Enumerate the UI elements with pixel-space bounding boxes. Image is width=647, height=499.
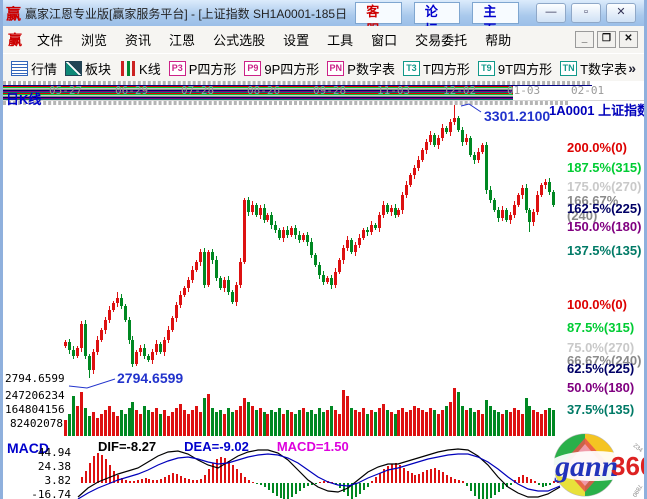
titlebar-button-forum[interactable]: 论坛: [414, 2, 461, 24]
gann360-logo: gann 360 234 7890: [547, 432, 647, 499]
menu-item-3[interactable]: 江恩: [160, 30, 204, 49]
kline-icon: [119, 61, 136, 76]
toolbar-item-行情[interactable]: 行情: [11, 59, 57, 78]
menu-item-8[interactable]: 交易委托: [406, 30, 476, 49]
grid-icon: [11, 61, 28, 76]
svg-text:gann: gann: [554, 450, 618, 483]
toolbar-item-P四方形[interactable]: P3P四方形: [169, 59, 237, 78]
minimize-icon[interactable]: —: [536, 3, 566, 23]
toolbar-item-9T四方形[interactable]: T99T四方形: [478, 59, 552, 78]
svg-text:360: 360: [611, 451, 647, 481]
toolbar-overflow-button[interactable]: »: [628, 60, 636, 76]
toolbar-item-label: 9P四方形: [264, 59, 319, 78]
menu-item-5[interactable]: 设置: [274, 30, 318, 49]
pn-icon: PN: [327, 61, 344, 76]
blocks-icon: [65, 61, 82, 76]
t9-icon: T9: [478, 61, 495, 76]
doc-close-icon[interactable]: ✕: [619, 31, 638, 48]
titlebar-button-service[interactable]: 客服: [355, 2, 402, 24]
p3-icon: P3: [169, 61, 186, 76]
p9-icon: P9: [244, 61, 261, 76]
menu-logo-icon: 赢: [8, 30, 22, 50]
menu-item-2[interactable]: 资讯: [116, 30, 160, 49]
toolbar-item-label: 9T四方形: [498, 59, 552, 78]
doc-restore-icon[interactable]: ❐: [597, 31, 616, 48]
app-logo-icon: 赢: [6, 3, 21, 24]
toolbar-item-label: K线: [139, 59, 161, 78]
menu-bar: 赢 文件浏览资讯江恩公式选股设置工具窗口交易委托帮助 _❐✕: [3, 26, 644, 54]
svg-text:7890: 7890: [630, 483, 642, 498]
toolbar-item-label: T四方形: [423, 59, 470, 78]
toolbar-item-9P四方形[interactable]: P99P四方形: [244, 59, 319, 78]
toolbar-item-label: P四方形: [189, 59, 237, 78]
tn-icon: TN: [560, 61, 577, 76]
menu-item-1[interactable]: 浏览: [72, 30, 116, 49]
toolbar-item-label: 行情: [31, 59, 57, 78]
menu-item-4[interactable]: 公式选股: [204, 30, 274, 49]
application-window: 赢 赢家江恩专业版[赢家服务平台] - [上证指数 SH1A0001-185日K…: [0, 0, 647, 499]
toolbar-item-板块[interactable]: 板块: [65, 59, 111, 78]
menu-item-6[interactable]: 工具: [318, 30, 362, 49]
toolbar-item-K线[interactable]: K线: [119, 59, 161, 78]
t3-icon: T3: [403, 61, 420, 76]
toolbar-item-label: T数字表: [580, 59, 627, 78]
toolbar-item-label: P数字表: [347, 59, 395, 78]
titlebar-button-home[interactable]: 主页: [472, 2, 519, 24]
toolbar-item-label: 板块: [85, 59, 111, 78]
dif-line: [78, 449, 560, 497]
restore-icon[interactable]: ▫: [571, 3, 601, 23]
menu-item-9[interactable]: 帮助: [476, 30, 520, 49]
toolbar: 行情 板块 K线 P3P四方形 P99P四方形 PNP数字表 T3T四方形 T99T四方形 TN…: [3, 53, 644, 83]
toolbar-item-T四方形[interactable]: T3T四方形: [403, 59, 470, 78]
toolbar-item-T数字表[interactable]: TNT数字表: [560, 59, 627, 78]
toolbar-item-P数字表[interactable]: PNP数字表: [327, 59, 395, 78]
window-title: 赢家江恩专业版[赢家服务平台] - [上证指数 SH1A0001-185日K线]: [25, 5, 347, 22]
menu-item-0[interactable]: 文件: [28, 30, 72, 49]
close-icon[interactable]: ✕: [606, 3, 636, 23]
title-bar[interactable]: 赢 赢家江恩专业版[赢家服务平台] - [上证指数 SH1A0001-185日K…: [3, 0, 644, 26]
menu-item-7[interactable]: 窗口: [362, 30, 406, 49]
doc-minimize-icon[interactable]: _: [575, 31, 594, 48]
